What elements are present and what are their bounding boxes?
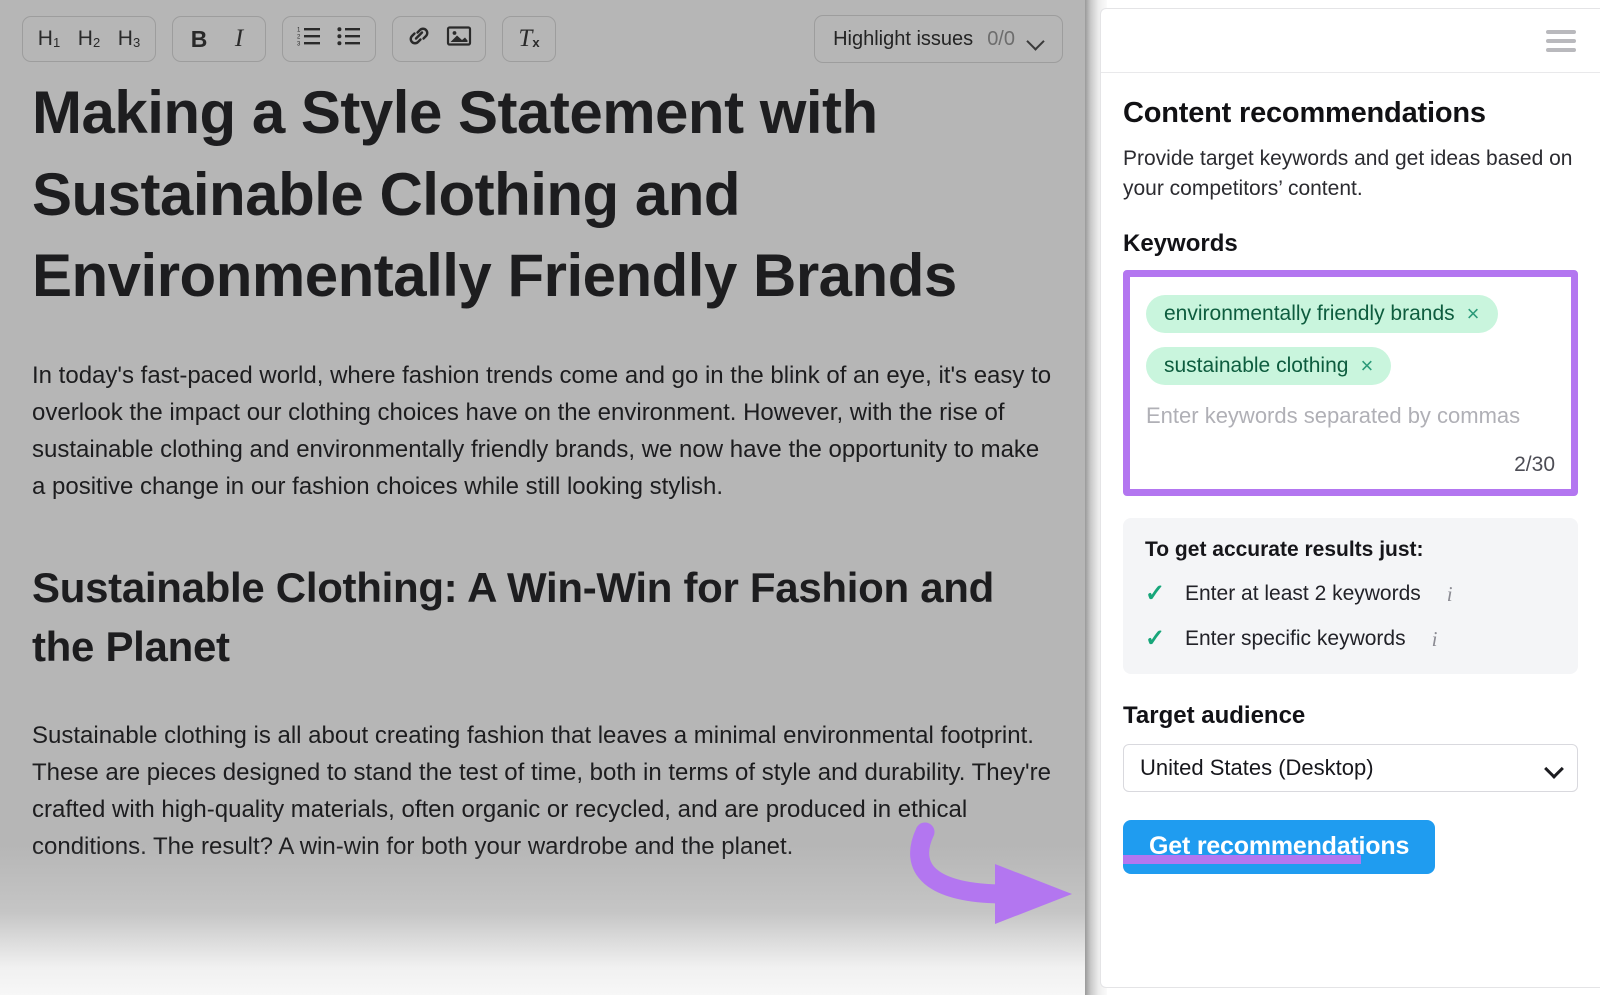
h2-button-label: H [78, 27, 93, 51]
accuracy-tip-item: ✓ Enter at least 2 keywords i [1145, 582, 1556, 607]
document-title: Making a Style Statement with Sustainabl… [32, 72, 1053, 317]
document-paragraph-1: In today's fast-paced world, where fashi… [32, 357, 1053, 506]
highlight-issues-label: Highlight issues [833, 28, 973, 51]
h2-button-sub: 2 [93, 35, 100, 50]
bulleted-list-button[interactable] [329, 19, 369, 59]
italic-button[interactable]: I [219, 19, 259, 59]
h3-button[interactable]: H3 [109, 19, 149, 59]
format-button-group: B I [172, 16, 266, 62]
chevron-down-icon [1029, 35, 1044, 44]
panel-topbar [1101, 9, 1600, 73]
keyword-tag[interactable]: environmentally friendly brands × [1146, 295, 1498, 333]
bold-button-label: B [191, 26, 208, 53]
h3-button-label: H [118, 27, 133, 51]
document-editor-content[interactable]: Making a Style Statement with Sustainabl… [0, 78, 1085, 995]
keywords-input-placeholder[interactable]: Enter keywords separated by commas [1146, 403, 1555, 429]
accuracy-tip-item: ✓ Enter specific keywords i [1145, 627, 1556, 652]
bulleted-list-icon [337, 25, 361, 53]
keyword-tag-row: sustainable clothing × [1146, 347, 1555, 399]
svg-text:2: 2 [297, 35, 301, 41]
keywords-counter: 2/30 [1146, 453, 1555, 477]
editor-pane: H1 H2 H3 B I [0, 0, 1085, 995]
target-audience-value: United States (Desktop) [1140, 755, 1374, 781]
info-icon[interactable]: i [1447, 582, 1453, 607]
heading-button-group: H1 H2 H3 [22, 16, 156, 62]
clear-formatting-button[interactable]: Tx [509, 19, 549, 59]
target-audience-label: Target audience [1123, 702, 1578, 730]
italic-button-label: I [235, 25, 243, 53]
highlight-issues-count: 0/0 [987, 28, 1015, 51]
keyword-tag-label: sustainable clothing [1164, 354, 1348, 378]
h2-button[interactable]: H2 [69, 19, 109, 59]
list-button-group: 1 2 3 [282, 16, 376, 62]
h1-button-sub: 1 [53, 35, 60, 50]
h3-button-sub: 3 [133, 35, 140, 50]
clear-formatting-sub: x [532, 35, 539, 50]
ordered-list-icon: 1 2 3 [297, 25, 321, 53]
keywords-label: Keywords [1123, 230, 1578, 258]
insert-button-group [392, 16, 486, 62]
image-button[interactable] [439, 19, 479, 59]
keywords-highlight-ring: environmentally friendly brands × sustai… [1123, 270, 1578, 496]
target-audience-select[interactable]: United States (Desktop) [1123, 744, 1578, 792]
accuracy-tip-text: Enter at least 2 keywords [1185, 582, 1421, 606]
bold-button[interactable]: B [179, 19, 219, 59]
chevron-down-icon [1544, 759, 1564, 779]
keyword-tag-label: environmentally friendly brands [1164, 302, 1455, 326]
keyword-tag-remove-icon[interactable]: × [1467, 303, 1480, 325]
panel-title: Content recommendations [1123, 97, 1578, 130]
h1-button-label: H [38, 27, 53, 51]
panel-body: Content recommendations Provide target k… [1101, 73, 1600, 874]
content-recommendations-panel: Content recommendations Provide target k… [1100, 8, 1600, 988]
highlight-issues-dropdown[interactable]: Highlight issues 0/0 [814, 15, 1063, 63]
h1-button[interactable]: H1 [29, 19, 69, 59]
target-audience-highlight-underline [1123, 855, 1361, 864]
image-icon [446, 25, 472, 53]
clear-formatting-label: T [518, 25, 532, 53]
keyword-tag-row: environmentally friendly brands × [1146, 295, 1555, 347]
accuracy-tips-box: To get accurate results just: ✓ Enter at… [1123, 518, 1578, 674]
app-root: H1 H2 H3 B I [0, 0, 1600, 995]
ordered-list-button[interactable]: 1 2 3 [289, 19, 329, 59]
clear-format-group: Tx [502, 16, 556, 62]
get-recommendations-button[interactable]: Get recommendations [1123, 820, 1435, 874]
link-button[interactable] [399, 19, 439, 59]
accuracy-tip-text: Enter specific keywords [1185, 627, 1406, 651]
cta-wrapper: Get recommendations [1123, 820, 1578, 874]
keyword-tag-remove-icon[interactable]: × [1360, 355, 1373, 377]
accuracy-tips-title: To get accurate results just: [1145, 538, 1556, 562]
document-heading-2: Sustainable Clothing: A Win-Win for Fash… [32, 558, 1053, 677]
editor-toolbar: H1 H2 H3 B I [0, 0, 1085, 78]
keyword-tag[interactable]: sustainable clothing × [1146, 347, 1391, 385]
svg-text:1: 1 [297, 28, 301, 34]
check-icon: ✓ [1145, 627, 1165, 651]
info-icon[interactable]: i [1432, 627, 1438, 652]
hamburger-menu-icon[interactable] [1546, 30, 1576, 52]
check-icon: ✓ [1145, 582, 1165, 606]
link-icon [406, 24, 432, 54]
document-paragraph-2: Sustainable clothing is all about creati… [32, 717, 1053, 866]
svg-text:3: 3 [297, 42, 301, 48]
keywords-input-box[interactable]: environmentally friendly brands × sustai… [1132, 279, 1569, 487]
panel-subtitle: Provide target keywords and get ideas ba… [1123, 144, 1578, 204]
